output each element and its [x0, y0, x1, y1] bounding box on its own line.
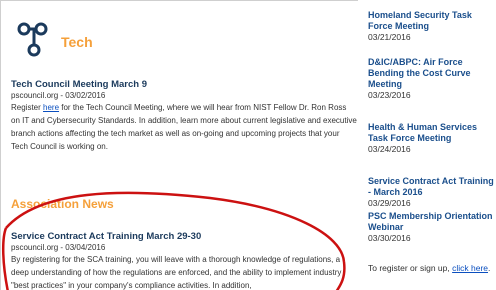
event-title[interactable]: D&IC/ABPC: Air Force Bending the Cost Cu…	[368, 57, 496, 90]
main-content: Tech Tech Council Meeting March 9 pscoun…	[0, 0, 358, 290]
event-title[interactable]: PSC Membership Orientation Webinar	[368, 211, 496, 233]
tech-section-title: Tech	[61, 34, 93, 50]
sidebar-event[interactable]: Service Contract Act Training - March 20…	[368, 176, 496, 209]
click-here-link[interactable]: click here	[452, 263, 488, 273]
event-date: 03/21/2016	[368, 32, 411, 42]
tech-section-header: Tech	[15, 19, 93, 59]
article-meta: pscouncil.org - 03/04/2016	[11, 243, 106, 252]
sidebar-event[interactable]: Health & Human Services Task Force Meeti…	[368, 122, 496, 155]
article-title[interactable]: Service Contract Act Training March 29-3…	[11, 231, 357, 243]
association-news-title: Association News	[11, 197, 114, 211]
article-body: Register here for the Tech Council Meeti…	[11, 103, 357, 151]
tech-council-article: Tech Council Meeting March 9 pscouncil.o…	[11, 79, 357, 153]
sidebar-event[interactable]: PSC Membership Orientation Webinar 03/30…	[368, 211, 496, 244]
event-date: 03/30/2016	[368, 233, 411, 243]
article-meta: pscouncil.org - 03/02/2016	[11, 91, 106, 100]
register-note: To register or sign up, click here.	[368, 263, 491, 273]
sidebar-event[interactable]: D&IC/ABPC: Air Force Bending the Cost Cu…	[368, 57, 496, 101]
event-title[interactable]: Homeland Security Task Force Meeting	[368, 10, 496, 32]
article-body: By registering for the SCA training, you…	[11, 255, 342, 290]
register-here-link[interactable]: here	[43, 103, 59, 112]
event-date: 03/24/2016	[368, 144, 411, 154]
event-title[interactable]: Service Contract Act Training - March 20…	[368, 176, 496, 198]
event-date: 03/29/2016	[368, 198, 411, 208]
circuit-icon	[17, 22, 48, 57]
sca-training-article: Service Contract Act Training March 29-3…	[11, 231, 357, 290]
event-date: 03/23/2016	[368, 90, 411, 100]
events-sidebar: Homeland Security Task Force Meeting 03/…	[368, 0, 496, 290]
sidebar-event[interactable]: Homeland Security Task Force Meeting 03/…	[368, 10, 496, 43]
article-title[interactable]: Tech Council Meeting March 9	[11, 79, 357, 91]
event-title[interactable]: Health & Human Services Task Force Meeti…	[368, 122, 496, 144]
